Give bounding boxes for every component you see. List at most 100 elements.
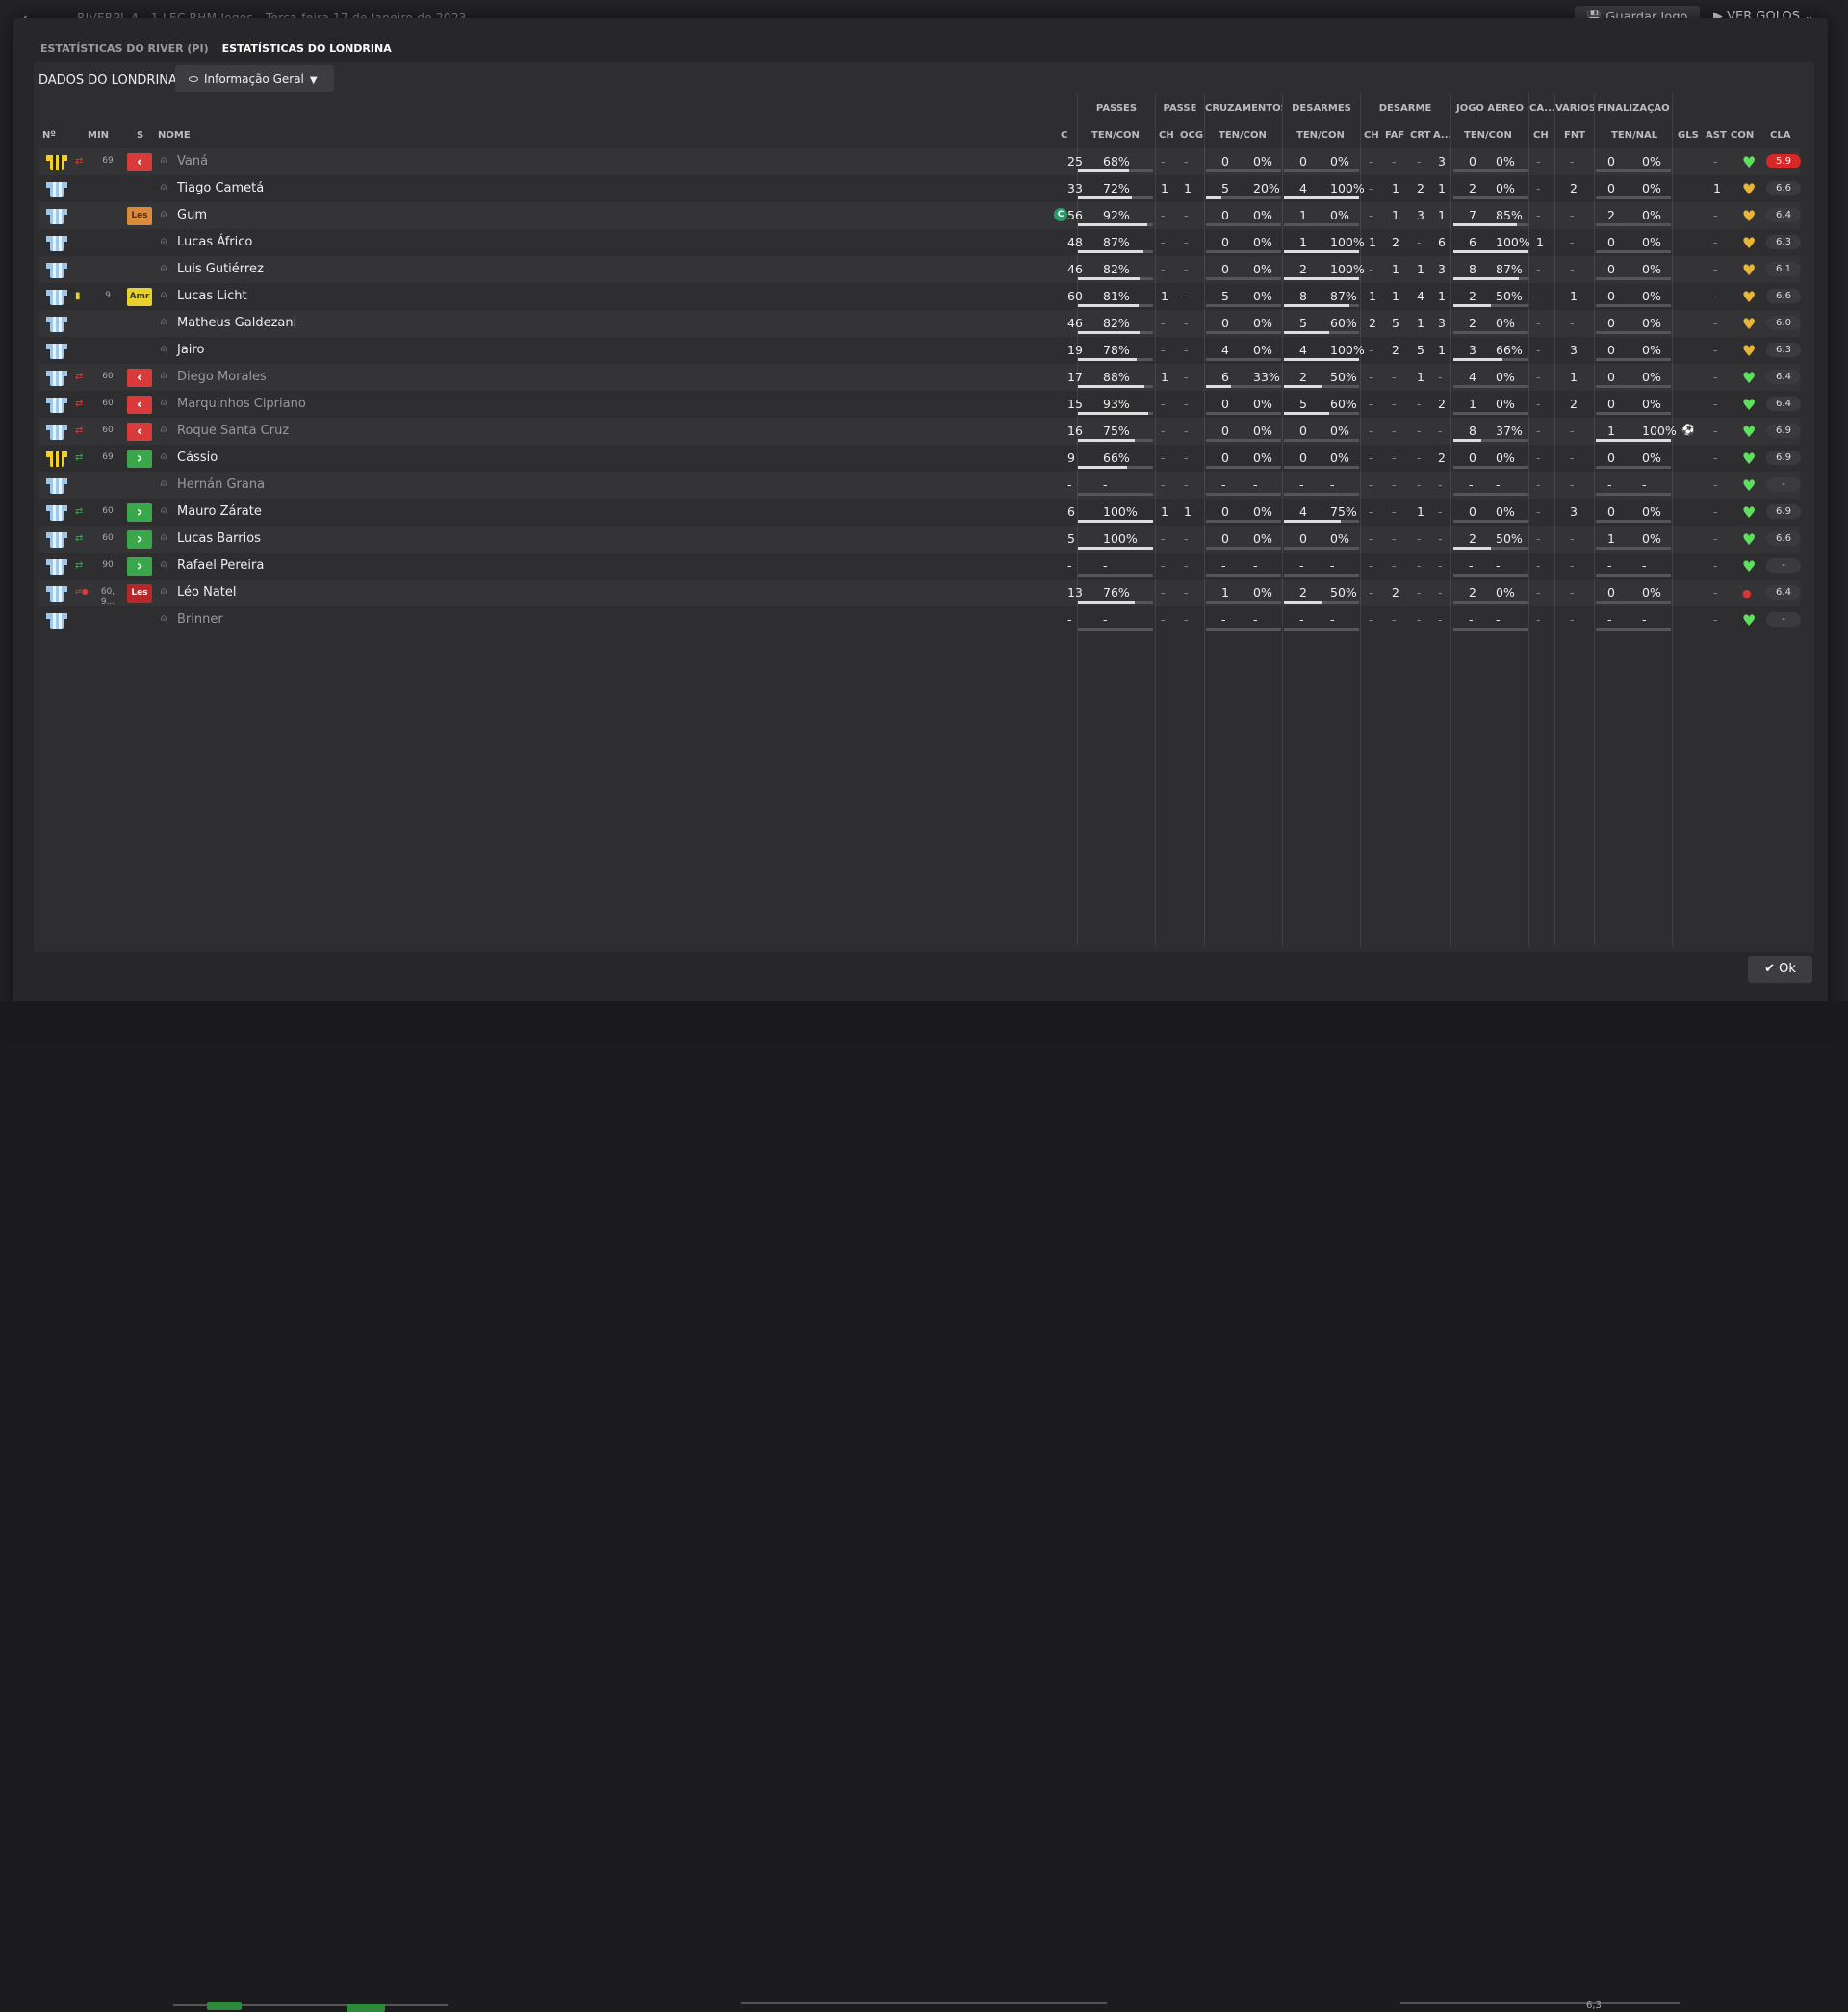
group-header-jogo-aereo: JOGO AÉREO bbox=[1451, 103, 1528, 114]
shots-total: 1 bbox=[1607, 531, 1615, 546]
table-row[interactable]: ⇄60‹⍝Marquinhos Cipriano1593%--00%560%--… bbox=[38, 391, 1800, 418]
ca-ch: - bbox=[1536, 370, 1541, 384]
passe-ch: - bbox=[1161, 343, 1166, 357]
shots-total: 0 bbox=[1607, 181, 1615, 195]
tackle-pct: 0% bbox=[1330, 154, 1349, 168]
cross-bar bbox=[1206, 574, 1281, 577]
varios-fnt: 3 bbox=[1570, 343, 1578, 357]
player-name[interactable]: Roque Santa Cruz bbox=[177, 424, 289, 438]
player-name[interactable]: Cássio bbox=[177, 451, 218, 465]
col-ca-ch[interactable]: CH bbox=[1533, 130, 1549, 141]
table-row[interactable]: ⇄69‹⍝Vaná2568%--00%00%---300%--00%-♥5.9 bbox=[38, 148, 1800, 175]
player-name[interactable]: Lucas Licht bbox=[177, 289, 247, 303]
col-gls[interactable]: GLS bbox=[1678, 130, 1699, 141]
view-dropdown[interactable]: Informação Geral▼ bbox=[175, 65, 334, 92]
col-fin[interactable]: TEN/NAL bbox=[1611, 130, 1657, 141]
varios-fnt: 2 bbox=[1570, 397, 1578, 411]
tackle-att: 2 bbox=[1299, 370, 1307, 384]
table-row[interactable]: ⍝Brinner-------------------♥- bbox=[38, 606, 1800, 633]
passes-pct: 66% bbox=[1103, 451, 1130, 465]
col-ast[interactable]: AST bbox=[1706, 130, 1727, 141]
player-name[interactable]: Léo Natel bbox=[177, 585, 237, 600]
player-name[interactable]: Gum bbox=[177, 208, 207, 222]
table-row[interactable]: ⍝Luis Gutiérrez4682%--00%2100%-113887%--… bbox=[38, 256, 1800, 283]
aerial-bar-fill bbox=[1453, 304, 1491, 307]
player-name[interactable]: Rafael Pereira bbox=[177, 558, 264, 573]
tackle-pct: 60% bbox=[1330, 316, 1357, 330]
tab-londrina-stats[interactable]: ESTATÍSTICAS DO LONDRINA bbox=[222, 42, 392, 55]
player-name[interactable]: Brinner bbox=[177, 612, 223, 627]
col-passe-ch[interactable]: CH bbox=[1159, 130, 1174, 141]
aerial-att: 2 bbox=[1469, 531, 1476, 546]
player-name[interactable]: Marquinhos Cipriano bbox=[177, 397, 306, 411]
col-con[interactable]: CON bbox=[1731, 130, 1754, 141]
cross-bar bbox=[1206, 358, 1281, 361]
player-name[interactable]: Luis Gutiérrez bbox=[177, 262, 264, 276]
cross-bar-fill bbox=[1206, 385, 1231, 388]
ok-label: Ok bbox=[1779, 962, 1796, 976]
passes-att: 60 bbox=[1067, 289, 1083, 303]
blue-shirt-icon bbox=[46, 530, 67, 548]
player-name[interactable]: Jairo bbox=[177, 343, 204, 357]
passe-ch: - bbox=[1161, 262, 1166, 276]
col-des-faf[interactable]: FAF bbox=[1385, 130, 1404, 141]
tackle-att: 0 bbox=[1299, 451, 1307, 465]
col-nome[interactable]: NOME bbox=[158, 130, 191, 141]
col-des-ch[interactable]: CH bbox=[1364, 130, 1379, 141]
assists: - bbox=[1713, 370, 1718, 384]
player-name[interactable]: Matheus Galdezani bbox=[177, 316, 296, 330]
rating-badge: 6.1 bbox=[1766, 262, 1801, 276]
player-name[interactable]: Vaná bbox=[177, 154, 208, 168]
player-name[interactable]: Hernán Grana bbox=[177, 477, 265, 492]
table-row[interactable]: Les⍝GumC5692%--00%10%-131785%--20%-♥6.4 bbox=[38, 202, 1800, 229]
passes-bar-fill bbox=[1078, 196, 1132, 199]
table-row[interactable]: ⇄69›⍝Cássio966%--00%00%---200%--00%-♥6.9 bbox=[38, 445, 1800, 472]
player-name[interactable]: Tiago Cametá bbox=[177, 181, 264, 195]
col-cla[interactable]: CLA bbox=[1770, 130, 1790, 141]
minute-value: 90 bbox=[96, 560, 119, 570]
cross-pct: 0% bbox=[1253, 531, 1272, 546]
rating-badge: 6.6 bbox=[1766, 181, 1801, 195]
table-row[interactable]: ⇄60‹⍝Diego Morales1788%1-633%250%--1-40%… bbox=[38, 364, 1800, 391]
aerial-bar-fill bbox=[1453, 277, 1519, 280]
player-name[interactable]: Diego Morales bbox=[177, 370, 267, 384]
col-varios-fnt[interactable]: FNT bbox=[1564, 130, 1585, 141]
table-row[interactable]: ⇄60›⍝Lucas Barrios5100%--00%00%----250%-… bbox=[38, 526, 1800, 553]
rating-badge: 6.6 bbox=[1766, 531, 1801, 546]
player-name[interactable]: Lucas Áfrico bbox=[177, 235, 252, 249]
ok-button[interactable]: ✔ Ok bbox=[1748, 956, 1812, 983]
col-passes[interactable]: TEN/CON bbox=[1091, 130, 1140, 141]
des-crt: 3 bbox=[1417, 208, 1424, 222]
col-des-crt[interactable]: CRT bbox=[1410, 130, 1430, 141]
table-row[interactable]: ▮9Amr⍝Lucas Licht6081%1-50%887%1141250%-… bbox=[38, 283, 1800, 310]
des-a: - bbox=[1438, 531, 1443, 546]
table-row[interactable]: ⍝Tiago Cametá3372%11520%4100%-12120%-200… bbox=[38, 175, 1800, 202]
table-row[interactable]: ⍝Lucas Áfrico4887%--00%1100%12-66100%1-0… bbox=[38, 229, 1800, 256]
des-ch: - bbox=[1369, 262, 1373, 276]
table-row[interactable]: ⇄90›⍝Rafael Pereira-------------------♥- bbox=[38, 553, 1800, 580]
table-row[interactable]: ⇄60›⍝Mauro Zárate6100%1100%475%--1-00%-3… bbox=[38, 499, 1800, 526]
player-name[interactable]: Lucas Barrios bbox=[177, 531, 261, 546]
col-aereo[interactable]: TEN/CON bbox=[1464, 130, 1512, 141]
des-a: 3 bbox=[1438, 262, 1446, 276]
col-des-a[interactable]: A... bbox=[1433, 130, 1451, 141]
des-a: - bbox=[1438, 558, 1443, 573]
player-name[interactable]: Mauro Zárate bbox=[177, 504, 262, 519]
tab-river-stats[interactable]: ESTATÍSTICAS DO RIVER (PI) bbox=[40, 42, 209, 55]
col-desarmes[interactable]: TEN/CON bbox=[1296, 130, 1345, 141]
col-passe-ocg[interactable]: OCG bbox=[1180, 130, 1203, 141]
assists: - bbox=[1713, 424, 1718, 438]
table-row[interactable]: ⍝Jairo1978%--40%4100%-251366%-300%-♥6.3 bbox=[38, 337, 1800, 364]
table-row[interactable]: ⇄60‹⍝Roque Santa Cruz1675%--00%00%----83… bbox=[38, 418, 1800, 445]
table-row[interactable]: ⇄●60, 9...Les⍝Léo Natel1376%--10%250%-2-… bbox=[38, 580, 1800, 606]
player-profile-icon: ⍝ bbox=[161, 505, 169, 515]
assists: - bbox=[1713, 316, 1718, 330]
passe-ocg: 1 bbox=[1184, 504, 1192, 519]
minute-value: 60, 9... bbox=[96, 587, 119, 606]
blue-shirt-icon bbox=[46, 557, 67, 575]
col-cruz[interactable]: TEN/CON bbox=[1219, 130, 1267, 141]
player-profile-icon: ⍝ bbox=[161, 236, 169, 245]
table-row[interactable]: ⍝Matheus Galdezani4682%--00%560%251320%-… bbox=[38, 310, 1800, 337]
table-row[interactable]: ⍝Hernán Grana-------------------♥- bbox=[38, 472, 1800, 499]
passes-att: 17 bbox=[1067, 370, 1083, 384]
